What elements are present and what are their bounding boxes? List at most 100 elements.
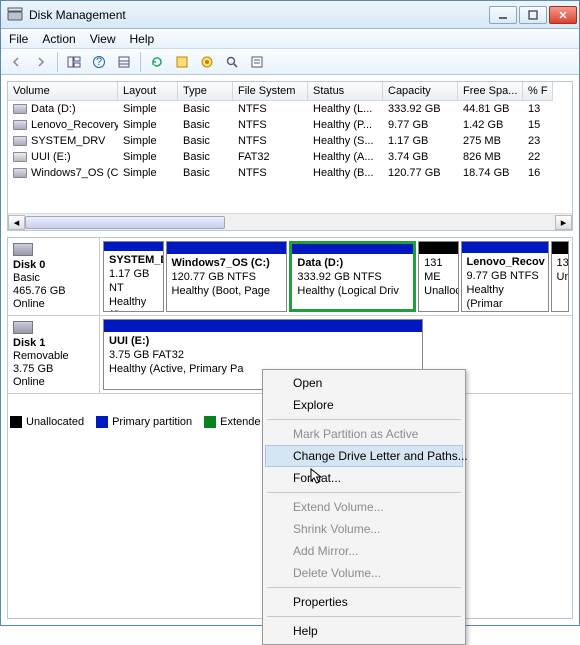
- col-free[interactable]: Free Spa...: [458, 82, 523, 101]
- action-icon[interactable]: [196, 51, 218, 73]
- disk1-size: 3.75 GB: [13, 363, 94, 375]
- cell: Simple: [118, 149, 178, 165]
- cell: 44.81 GB: [458, 101, 523, 117]
- list-button[interactable]: [113, 51, 135, 73]
- disk1-state: Online: [13, 376, 94, 388]
- menu-view[interactable]: View: [90, 32, 116, 46]
- forward-button[interactable]: [30, 51, 52, 73]
- cell: 16: [523, 165, 553, 181]
- settings-icon[interactable]: [171, 51, 193, 73]
- col-status[interactable]: Status: [308, 82, 383, 101]
- cell: Simple: [118, 165, 178, 181]
- cell: Healthy (L...: [308, 101, 383, 117]
- volume-name: Lenovo_Recovery ...: [31, 119, 118, 131]
- volume-row[interactable]: Windows7_OS (C:)SimpleBasicNTFSHealthy (…: [8, 165, 572, 181]
- cell: Basic: [178, 101, 233, 117]
- ctx-shrink: Shrink Volume...: [265, 518, 463, 540]
- partition[interactable]: 13Un: [551, 241, 569, 312]
- back-button[interactable]: [5, 51, 27, 73]
- ctx-format[interactable]: Format...: [265, 467, 463, 489]
- volume-icon: [13, 104, 27, 114]
- part-name: UUI (E:): [109, 335, 149, 347]
- minimize-button[interactable]: [489, 6, 517, 24]
- volume-icon: [13, 136, 27, 146]
- partition[interactable]: SYSTEM_D1.17 GB NTHealthy (Sy: [103, 241, 164, 312]
- cell: Basic: [178, 149, 233, 165]
- disk0-size: 465.76 GB: [13, 285, 94, 297]
- layout-button[interactable]: [63, 51, 85, 73]
- volume-icon: [13, 168, 27, 178]
- cell: Basic: [178, 165, 233, 181]
- legend-extended: Extende: [220, 416, 260, 428]
- col-capacity[interactable]: Capacity: [383, 82, 458, 101]
- disk0-state: Online: [13, 298, 94, 310]
- disk1-label[interactable]: Disk 1 Removable 3.75 GB Online: [8, 316, 100, 393]
- maximize-button[interactable]: [519, 6, 547, 24]
- volumes-header: Volume Layout Type File System Status Ca…: [8, 82, 572, 101]
- cell: 9.77 GB: [383, 117, 458, 133]
- cell: 15: [523, 117, 553, 133]
- part-status: Healthy (Active, Primary Pa: [109, 363, 243, 375]
- cell: 826 MB: [458, 149, 523, 165]
- ctx-delete: Delete Volume...: [265, 562, 463, 584]
- disk1-title: Disk 1: [13, 337, 94, 349]
- partition[interactable]: Data (D:)333.92 GB NTFSHealthy (Logical …: [289, 241, 416, 312]
- cell: 1.42 GB: [458, 117, 523, 133]
- menu-help[interactable]: Help: [130, 32, 155, 46]
- col-filesystem[interactable]: File System: [233, 82, 308, 101]
- col-type[interactable]: Type: [178, 82, 233, 101]
- menu-action[interactable]: Action: [42, 32, 75, 46]
- ctx-mirror: Add Mirror...: [265, 540, 463, 562]
- col-volume[interactable]: Volume: [8, 82, 118, 101]
- ctx-mark-active: Mark Partition as Active: [265, 423, 463, 445]
- menubar: File Action View Help: [1, 29, 579, 49]
- ctx-open[interactable]: Open: [265, 372, 463, 394]
- cell: NTFS: [233, 101, 308, 117]
- volume-icon: [13, 120, 27, 130]
- partition[interactable]: Lenovo_Recov9.77 GB NTFSHealthy (Primar: [461, 241, 549, 312]
- disk-icon: [13, 321, 33, 334]
- col-pct[interactable]: % F: [523, 82, 553, 101]
- partition[interactable]: 131 MEUnalloc: [418, 241, 458, 312]
- cell: NTFS: [233, 117, 308, 133]
- cell: Healthy (S...: [308, 133, 383, 149]
- ctx-extend: Extend Volume...: [265, 496, 463, 518]
- partition[interactable]: Windows7_OS (C:)120.77 GB NTFSHealthy (B…: [166, 241, 288, 312]
- props-icon[interactable]: [246, 51, 268, 73]
- search-icon[interactable]: [221, 51, 243, 73]
- ctx-explore[interactable]: Explore: [265, 394, 463, 416]
- volume-row[interactable]: Lenovo_Recovery ...SimpleBasicNTFSHealth…: [8, 117, 572, 133]
- refresh-button[interactable]: [146, 51, 168, 73]
- volumes-table: Volume Layout Type File System Status Ca…: [7, 81, 573, 231]
- scroll-right-button[interactable]: ▸: [555, 215, 572, 230]
- volume-row[interactable]: UUI (E:)SimpleBasicFAT32Healthy (A...3.7…: [8, 149, 572, 165]
- col-layout[interactable]: Layout: [118, 82, 178, 101]
- legend-unalloc: Unallocated: [26, 416, 84, 428]
- menu-file[interactable]: File: [9, 32, 28, 46]
- volume-name: UUI (E:): [31, 151, 71, 163]
- scroll-thumb[interactable]: [25, 216, 225, 229]
- toolbar: ?: [1, 49, 579, 75]
- ctx-help[interactable]: Help: [265, 620, 463, 642]
- disk1-kind: Removable: [13, 350, 94, 362]
- disk0-label[interactable]: Disk 0 Basic 465.76 GB Online: [8, 238, 100, 315]
- disk0-title: Disk 0: [13, 259, 94, 271]
- ctx-change-letter[interactable]: Change Drive Letter and Paths...: [265, 445, 463, 467]
- ctx-properties[interactable]: Properties: [265, 591, 463, 613]
- help-button[interactable]: ?: [88, 51, 110, 73]
- h-scrollbar[interactable]: ◂ ▸: [8, 213, 572, 230]
- titlebar[interactable]: Disk Management: [1, 1, 579, 29]
- volume-row[interactable]: SYSTEM_DRVSimpleBasicNTFSHealthy (S...1.…: [8, 133, 572, 149]
- scroll-left-button[interactable]: ◂: [8, 215, 25, 230]
- cell: Basic: [178, 117, 233, 133]
- disk0-kind: Basic: [13, 272, 94, 284]
- cell: Healthy (A...: [308, 149, 383, 165]
- close-button[interactable]: [549, 6, 577, 24]
- cell: Healthy (P...: [308, 117, 383, 133]
- cell: FAT32: [233, 149, 308, 165]
- cell: 23: [523, 133, 553, 149]
- volume-row[interactable]: Data (D:)SimpleBasicNTFSHealthy (L...333…: [8, 101, 572, 117]
- part-size: 3.75 GB FAT32: [109, 349, 184, 361]
- disk-icon: [13, 243, 33, 256]
- cell: Simple: [118, 133, 178, 149]
